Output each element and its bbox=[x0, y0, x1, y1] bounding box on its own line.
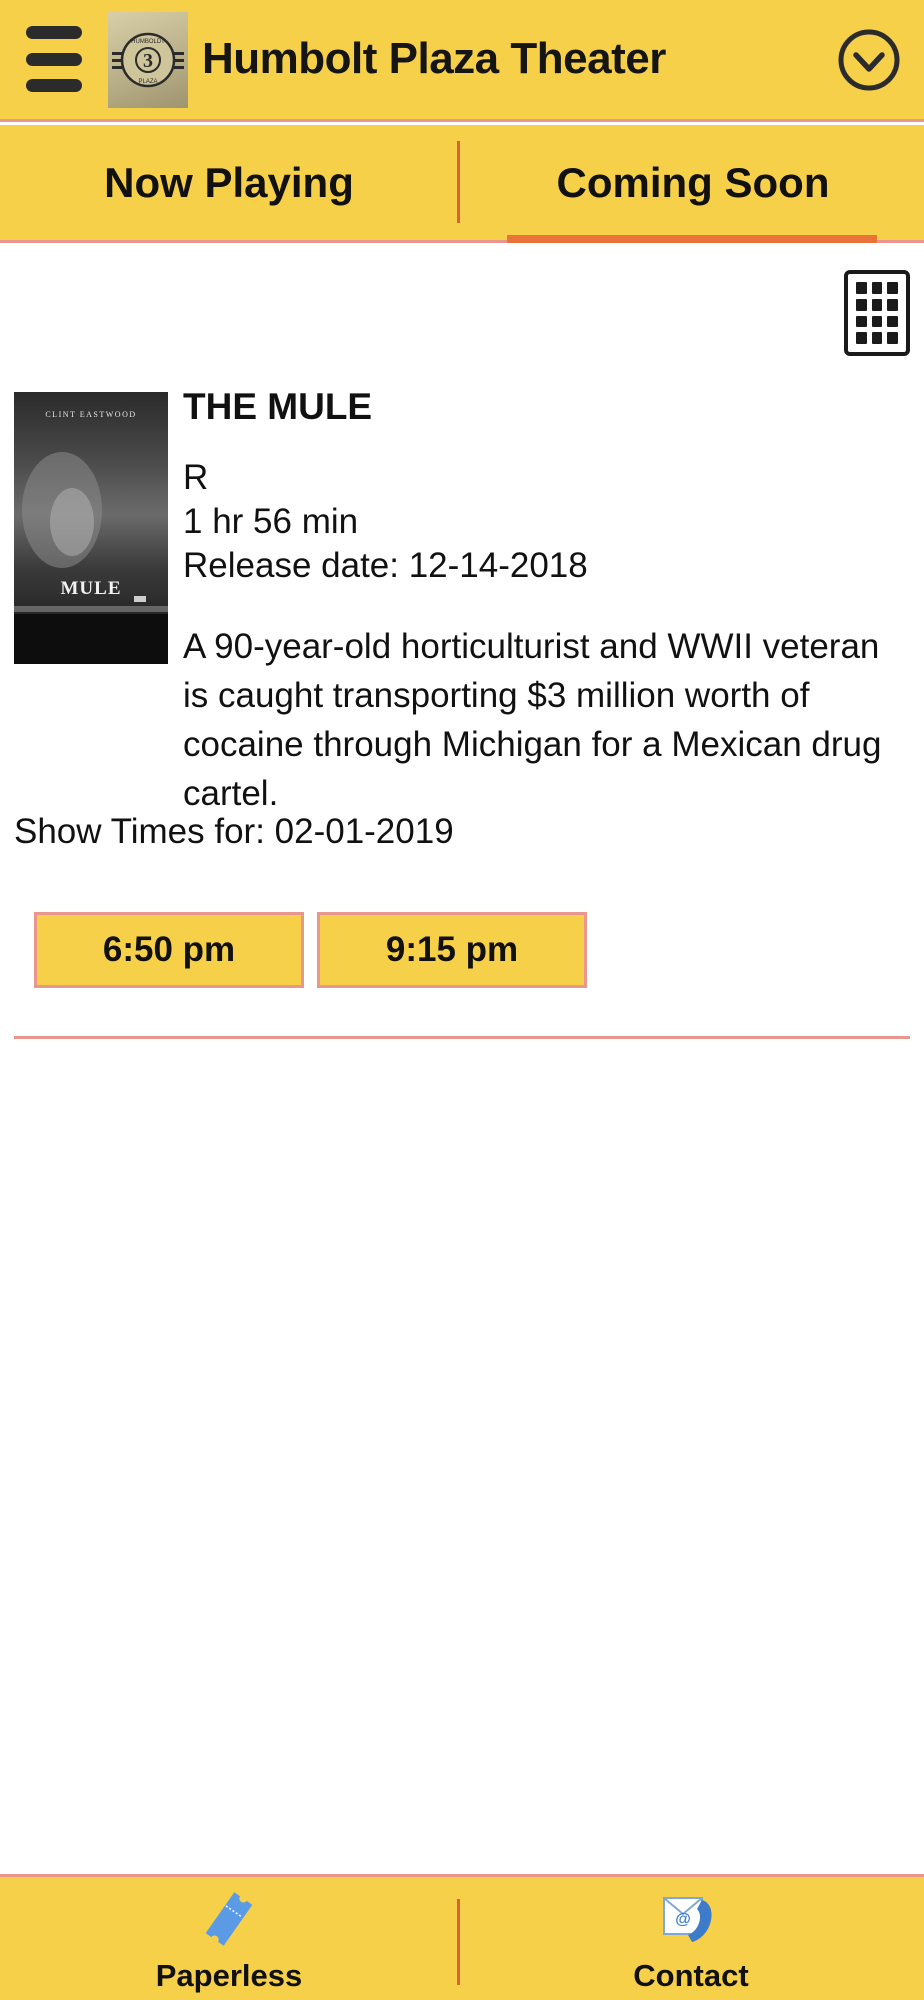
logo-text-bottom: PLAZA bbox=[138, 79, 157, 85]
movie-poster[interactable]: CLINT EASTWOOD MULE bbox=[14, 392, 168, 664]
logo-number: 3 bbox=[143, 50, 153, 72]
ticket-icon bbox=[205, 1892, 253, 1946]
show-times-label: Show Times for: 02-01-2019 bbox=[14, 812, 454, 851]
movie-rating: R bbox=[183, 458, 209, 497]
movie-description: A 90-year-old horticulturist and WWII ve… bbox=[183, 627, 882, 813]
contact-label: Contact bbox=[633, 1958, 749, 1993]
listing-divider bbox=[14, 1036, 910, 1039]
paperless-button[interactable]: Paperless bbox=[0, 1877, 458, 2000]
app-screen: 3 HUMBOLDT PLAZA Humbolt Plaza Theater N… bbox=[0, 0, 924, 2000]
bottom-nav: Paperless @ Contact bbox=[0, 1874, 924, 2000]
active-tab-indicator bbox=[507, 235, 877, 243]
app-header: 3 HUMBOLDT PLAZA Humbolt Plaza Theater bbox=[0, 0, 924, 122]
movie-runtime: 1 hr 56 min bbox=[183, 502, 359, 541]
tab-now-playing[interactable]: Now Playing bbox=[0, 125, 458, 240]
svg-text:@: @ bbox=[675, 1911, 691, 1928]
menu-icon[interactable] bbox=[26, 26, 82, 92]
poster-actor-name: CLINT EASTWOOD bbox=[45, 410, 137, 419]
logo-text-top: HUMBOLDT bbox=[131, 39, 165, 45]
tab-coming-soon[interactable]: Coming Soon bbox=[462, 125, 924, 240]
tab-divider bbox=[457, 141, 460, 223]
grid-view-icon[interactable] bbox=[844, 270, 910, 356]
theater-logo: 3 HUMBOLDT PLAZA bbox=[108, 12, 188, 108]
paperless-label: Paperless bbox=[155, 1958, 303, 1993]
movie-title[interactable]: THE MULE bbox=[183, 386, 372, 428]
movie-release-date: Release date: 12-14-2018 bbox=[183, 546, 588, 585]
contact-mail-phone-icon: @ bbox=[663, 1897, 712, 1942]
tab-bar: Now Playing Coming Soon bbox=[0, 125, 924, 243]
showtime-button[interactable]: 6:50 pm bbox=[34, 912, 304, 988]
showtime-button[interactable]: 9:15 pm bbox=[317, 912, 587, 988]
poster-title: MULE bbox=[60, 578, 122, 599]
bottom-nav-divider bbox=[457, 1899, 460, 1985]
app-title: Humbolt Plaza Theater bbox=[202, 34, 666, 83]
chevron-down-circle-icon[interactable] bbox=[836, 20, 902, 100]
contact-button[interactable]: @ Contact bbox=[462, 1877, 920, 2000]
